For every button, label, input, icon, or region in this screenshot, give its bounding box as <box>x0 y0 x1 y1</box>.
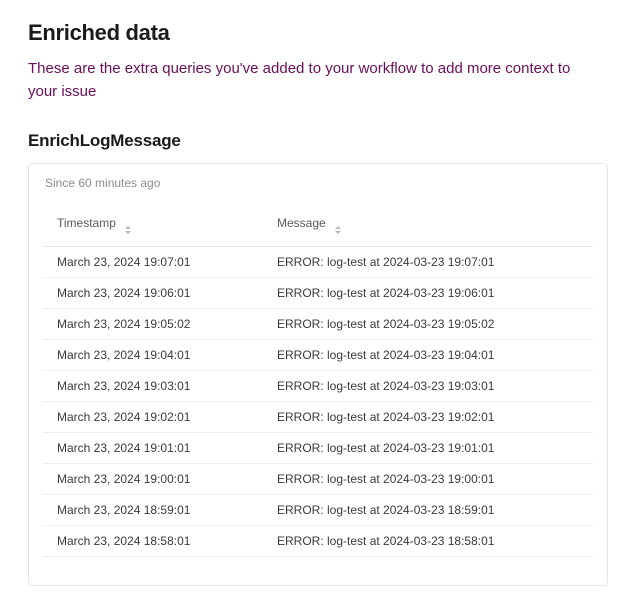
cell-message: ERROR: log-test at 2024-03-23 19:04:01 <box>263 340 593 371</box>
section-title: Enriched data <box>28 20 608 46</box>
table-row[interactable]: March 23, 2024 18:59:01ERROR: log-test a… <box>43 495 593 526</box>
cell-timestamp: March 23, 2024 18:59:01 <box>43 495 263 526</box>
cell-message: ERROR: log-test at 2024-03-23 19:02:01 <box>263 402 593 433</box>
table-row[interactable]: March 23, 2024 19:07:01ERROR: log-test a… <box>43 247 593 278</box>
cell-message: ERROR: log-test at 2024-03-23 19:07:01 <box>263 247 593 278</box>
since-label: Since 60 minutes ago <box>45 176 593 190</box>
cell-message: ERROR: log-test at 2024-03-23 19:06:01 <box>263 278 593 309</box>
sort-icon <box>123 224 133 236</box>
cell-timestamp: March 23, 2024 19:05:02 <box>43 309 263 340</box>
cell-message: ERROR: log-test at 2024-03-23 19:05:02 <box>263 309 593 340</box>
sort-icon <box>333 224 343 236</box>
table-row[interactable]: March 23, 2024 19:04:01ERROR: log-test a… <box>43 340 593 371</box>
col-header-timestamp[interactable]: Timestamp <box>43 210 263 247</box>
cell-message: ERROR: log-test at 2024-03-23 18:59:01 <box>263 495 593 526</box>
table-row[interactable]: March 23, 2024 18:58:01ERROR: log-test a… <box>43 526 593 557</box>
col-header-timestamp-label: Timestamp <box>57 216 116 230</box>
table-row[interactable]: March 23, 2024 19:01:01ERROR: log-test a… <box>43 433 593 464</box>
cell-message: ERROR: log-test at 2024-03-23 19:01:01 <box>263 433 593 464</box>
cell-message: ERROR: log-test at 2024-03-23 18:58:01 <box>263 526 593 557</box>
results-card: Since 60 minutes ago Timestamp Message <box>28 163 608 586</box>
col-header-message-label: Message <box>277 216 326 230</box>
cell-message: ERROR: log-test at 2024-03-23 19:03:01 <box>263 371 593 402</box>
cell-timestamp: March 23, 2024 19:02:01 <box>43 402 263 433</box>
query-name-heading: EnrichLogMessage <box>28 131 608 151</box>
cell-timestamp: March 23, 2024 18:58:01 <box>43 526 263 557</box>
cell-timestamp: March 23, 2024 19:03:01 <box>43 371 263 402</box>
cell-message: ERROR: log-test at 2024-03-23 19:00:01 <box>263 464 593 495</box>
table-row[interactable]: March 23, 2024 19:02:01ERROR: log-test a… <box>43 402 593 433</box>
table-row[interactable]: March 23, 2024 19:03:01ERROR: log-test a… <box>43 371 593 402</box>
table-row[interactable]: March 23, 2024 19:05:02ERROR: log-test a… <box>43 309 593 340</box>
col-header-message[interactable]: Message <box>263 210 593 247</box>
log-table: Timestamp Message March 23, 2024 19:07:0… <box>43 210 593 557</box>
cell-timestamp: March 23, 2024 19:06:01 <box>43 278 263 309</box>
log-table-body: March 23, 2024 19:07:01ERROR: log-test a… <box>43 247 593 557</box>
cell-timestamp: March 23, 2024 19:01:01 <box>43 433 263 464</box>
cell-timestamp: March 23, 2024 19:07:01 <box>43 247 263 278</box>
table-row[interactable]: March 23, 2024 19:00:01ERROR: log-test a… <box>43 464 593 495</box>
cell-timestamp: March 23, 2024 19:00:01 <box>43 464 263 495</box>
cell-timestamp: March 23, 2024 19:04:01 <box>43 340 263 371</box>
section-subtitle: These are the extra queries you've added… <box>28 58 588 103</box>
table-row[interactable]: March 23, 2024 19:06:01ERROR: log-test a… <box>43 278 593 309</box>
